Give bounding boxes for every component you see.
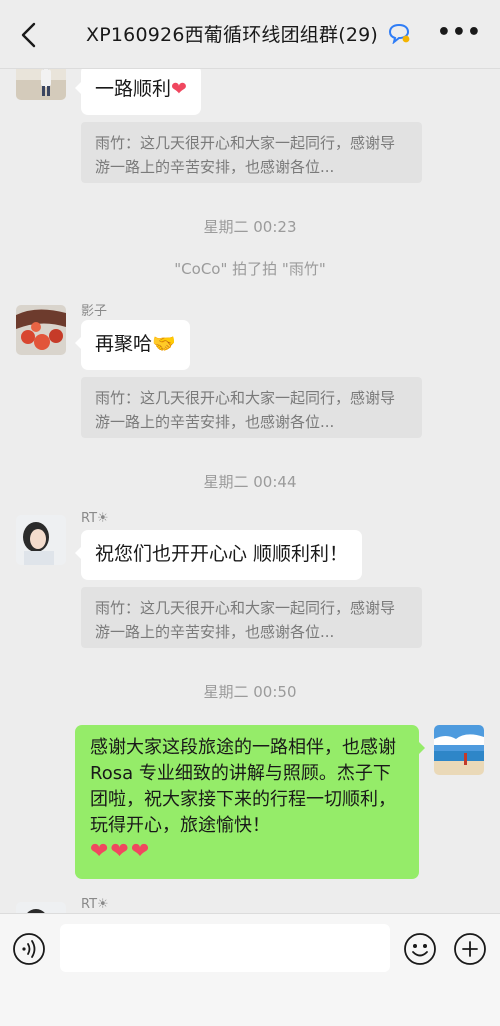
- message-bubble[interactable]: 祝您们也开开心心 顺顺利利！: [74, 530, 363, 580]
- emoji-icon[interactable]: [403, 932, 437, 966]
- message-text: 一路顺利: [95, 78, 172, 100]
- voice-icon[interactable]: [12, 932, 46, 966]
- avatar[interactable]: [16, 515, 66, 565]
- quoted-message[interactable]: 雨竹：这几天很开心和大家一起同行，感谢导游一路上的辛苦安排，也感谢各位...: [81, 587, 422, 648]
- my-message-bubble[interactable]: 感谢大家这段旅途的一路相伴，也感谢 Rosa 专业细致的讲解与照顾。杰子下团啦，…: [75, 725, 425, 879]
- message-text: 感谢大家这段旅途的一路相伴，也感谢 Rosa 专业细致的讲解与照顾。杰子下团啦，…: [90, 737, 396, 836]
- message-text: 祝您们也开开心心 顺顺利利！: [95, 543, 349, 565]
- message-text: 再聚哈: [95, 333, 153, 355]
- message-input[interactable]: [60, 924, 390, 972]
- chat-header: XP160926西葡循环线团组群(29) •••: [0, 0, 500, 69]
- more-icon[interactable]: •••: [437, 20, 482, 45]
- timestamp: 星期二 00:44: [203, 473, 297, 491]
- chat-area[interactable]: 一路顺利❤ 雨竹：这几天很开心和大家一起同行，感谢导游一路上的辛苦安排，也感谢各…: [0, 68, 500, 913]
- sender-name: RT☀: [81, 511, 109, 526]
- input-bar: [0, 913, 500, 1026]
- avatar[interactable]: [16, 902, 66, 913]
- chat-title: XP160926西葡循环线团组群(29): [86, 20, 411, 47]
- sender-name: 影子: [81, 304, 108, 319]
- heart-emojis: ❤❤❤: [90, 839, 152, 864]
- sender-name: RT☀: [81, 897, 109, 912]
- timestamp: 星期二 00:50: [203, 683, 297, 701]
- my-avatar[interactable]: [434, 725, 484, 775]
- quoted-text: 雨竹：这几天很开心和大家一起同行，感谢导游一路上的辛苦安排，也感谢各位...: [95, 134, 396, 176]
- pat-notice: "CoCo" 拍了拍 "雨竹": [174, 260, 326, 278]
- avatar[interactable]: [16, 305, 66, 355]
- chat-title-text: XP160926西葡循环线团组群(29): [86, 24, 379, 46]
- avatar[interactable]: [16, 68, 66, 100]
- quoted-message[interactable]: 雨竹：这几天很开心和大家一起同行，感谢导游一路上的辛苦安排，也感谢各位...: [81, 122, 422, 183]
- quoted-text: 雨竹：这几天很开心和大家一起同行，感谢导游一路上的辛苦安排，也感谢各位...: [95, 389, 396, 431]
- plus-icon[interactable]: [453, 932, 487, 966]
- heart-emoji: ❤: [171, 78, 187, 100]
- handshake-emoji: 🤝: [152, 333, 176, 355]
- chevron-left-icon[interactable]: [16, 20, 42, 50]
- timestamp: 星期二 00:23: [203, 218, 297, 236]
- quoted-text: 雨竹：这几天很开心和大家一起同行，感谢导游一路上的辛苦安排，也感谢各位...: [95, 599, 396, 641]
- message-bubble[interactable]: 一路顺利❤: [75, 68, 201, 115]
- message-bubble[interactable]: 再聚哈🤝: [75, 320, 190, 370]
- quoted-message[interactable]: 雨竹：这几天很开心和大家一起同行，感谢导游一路上的辛苦安排，也感谢各位...: [81, 377, 422, 438]
- chat-bubble-icon: [389, 23, 410, 45]
